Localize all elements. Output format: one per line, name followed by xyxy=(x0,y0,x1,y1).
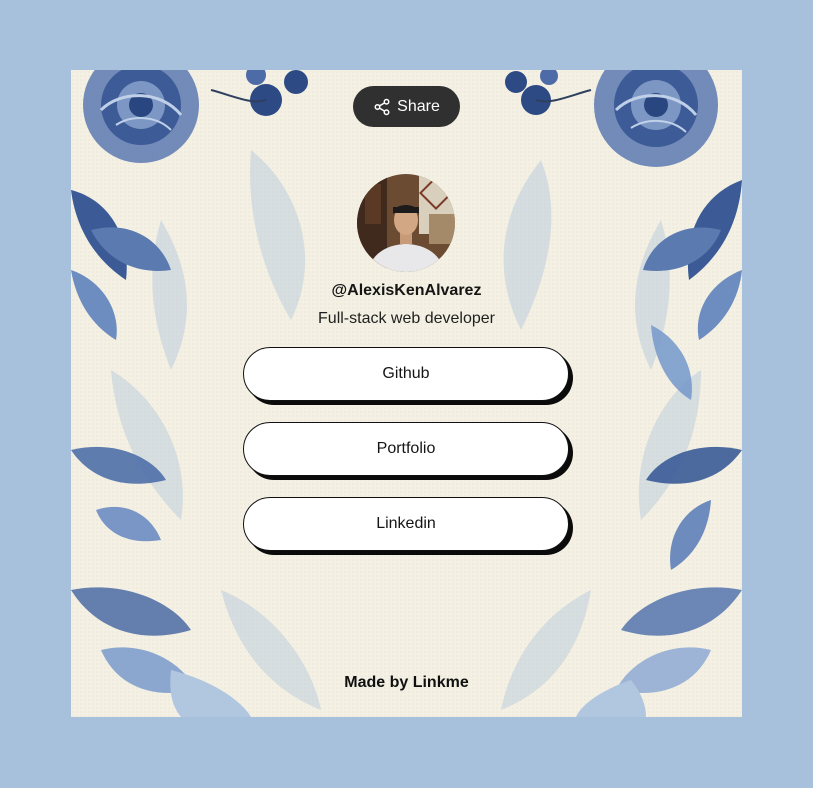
profile-card: Share @AlexisKenAlvarez Full-stack web d… xyxy=(71,70,742,717)
profile-username: @AlexisKenAlvarez xyxy=(331,282,482,299)
link-button-label: Portfolio xyxy=(376,440,436,457)
share-icon xyxy=(374,98,390,115)
profile-bio: Full-stack web developer xyxy=(318,310,495,327)
footer-credit[interactable]: Made by Linkme xyxy=(71,674,742,692)
link-button-label: Github xyxy=(382,365,430,382)
link-button-linkedin[interactable]: Linkedin xyxy=(243,497,569,551)
share-button-label: Share xyxy=(397,97,440,115)
share-button[interactable]: Share xyxy=(353,86,460,127)
link-button-github[interactable]: Github xyxy=(243,347,569,401)
avatar xyxy=(357,174,455,272)
link-button-label: Linkedin xyxy=(376,515,436,532)
avatar-photo xyxy=(357,174,455,272)
link-button-portfolio[interactable]: Portfolio xyxy=(243,422,569,476)
